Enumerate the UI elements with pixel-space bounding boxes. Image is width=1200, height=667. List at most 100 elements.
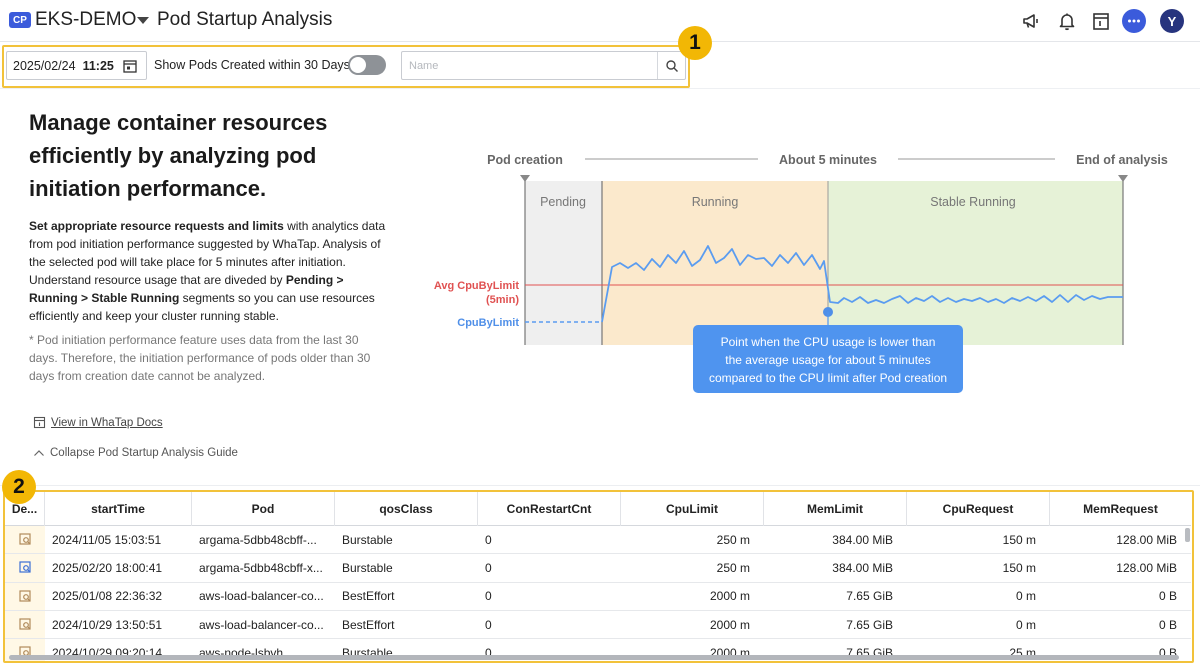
toggle-label: Show Pods Created within 30 Days: [154, 58, 350, 72]
tooltip-line-1: Point when the CPU usage is lower than: [721, 335, 936, 349]
collapse-guide-text[interactable]: Collapse Pod Startup Analysis Guide: [50, 447, 238, 459]
col-cpulimit[interactable]: CpuLimit: [621, 492, 764, 526]
bell-icon[interactable]: [1055, 9, 1079, 33]
cell-restart: 0: [485, 532, 492, 547]
table-body: 2024/11/05 15:03:51 argama-5dbb48cbff-...…: [5, 526, 1191, 661]
col-memrequest[interactable]: MemRequest: [1050, 492, 1191, 526]
table-row[interactable]: 2025/01/08 22:36:32 aws-load-balancer-co.…: [5, 582, 1191, 611]
cell-qos: BestEffort: [342, 589, 395, 604]
search-input[interactable]: [402, 52, 658, 79]
row-detail-icon[interactable]: [5, 554, 45, 582]
pod-startup-diagram: Pod creation About 5 minutes End of anal…: [434, 153, 1168, 393]
pods-table: De... startTime Pod qosClass ConRestartC…: [3, 490, 1194, 663]
cell-cpurequest: 0 m: [1015, 589, 1036, 604]
cell-pod: argama-5dbb48cbff-x...: [199, 560, 323, 575]
project-selector[interactable]: EKS-DEMO: [35, 9, 136, 31]
document-icon[interactable]: [1089, 9, 1113, 33]
table-row[interactable]: 2025/02/20 18:00:41 argama-5dbb48cbff-x..…: [5, 554, 1191, 583]
cell-pod: aws-load-balancer-co...: [199, 617, 324, 632]
col-cpurequest[interactable]: CpuRequest: [907, 492, 1050, 526]
project-badge: CP: [9, 12, 31, 28]
table-row[interactable]: 2024/11/05 15:03:51 argama-5dbb48cbff-...…: [5, 526, 1191, 555]
chevron-down-icon[interactable]: [137, 17, 149, 24]
docs-link[interactable]: View in WhaTap Docs: [33, 416, 163, 429]
toggle-knob: [350, 57, 366, 73]
search-icon: [665, 59, 678, 72]
cell-cpurequest: 150 m: [1002, 532, 1036, 547]
phase-stable-label: Stable Running: [930, 195, 1016, 209]
guide-paragraph: Set appropriate resource requests and li…: [29, 217, 389, 325]
section-divider: [0, 485, 1200, 486]
row-detail-icon[interactable]: [5, 582, 45, 610]
cell-cpulimit: 250 m: [716, 560, 750, 575]
cell-restart: 0: [485, 560, 492, 575]
cell-starttime: 2025/01/08 22:36:32: [52, 589, 163, 604]
cell-qos: Burstable: [342, 532, 393, 547]
callout-badge-1: 1: [678, 26, 712, 60]
horizontal-scrollbar[interactable]: [9, 655, 1179, 660]
guide-bold-1: Set appropriate resource requests and li…: [29, 219, 284, 233]
cell-memrequest: 128.00 MiB: [1116, 560, 1177, 575]
guide-heading: Manage container resources efficiently b…: [29, 110, 328, 201]
cell-cpulimit: 2000 m: [709, 589, 750, 604]
col-conrestartcnt[interactable]: ConRestartCnt: [478, 492, 621, 526]
cell-cpurequest: 150 m: [1002, 560, 1036, 575]
start-marker-icon: [520, 175, 530, 182]
table-header: De... startTime Pod qosClass ConRestartC…: [5, 492, 1191, 526]
cell-memlimit: 7.65 GiB: [846, 617, 893, 632]
top-header: CP EKS-DEMO Pod Startup Analysis Y: [0, 0, 1200, 42]
cell-restart: 0: [485, 617, 492, 632]
phase-pending-label: Pending: [540, 195, 586, 209]
label-end-of-analysis: End of analysis: [1076, 153, 1168, 167]
cell-qos: Burstable: [342, 560, 393, 575]
col-memlimit[interactable]: MemLimit: [764, 492, 907, 526]
col-pod[interactable]: Pod: [192, 492, 335, 526]
cell-memrequest: 0 B: [1158, 617, 1177, 632]
col-qosclass[interactable]: qosClass: [335, 492, 478, 526]
col-starttime[interactable]: startTime: [45, 492, 192, 526]
cell-cpulimit: 250 m: [716, 532, 750, 547]
date-value: 2025/02/24: [13, 58, 76, 73]
page-title: Pod Startup Analysis: [157, 9, 333, 30]
end-marker-icon: [1118, 175, 1128, 182]
cell-cpurequest: 0 m: [1015, 617, 1036, 632]
cell-pod: argama-5dbb48cbff-...: [199, 532, 317, 547]
docs-link-text[interactable]: View in WhaTap Docs: [51, 417, 163, 429]
row-detail-icon[interactable]: [5, 526, 45, 554]
cell-starttime: 2025/02/20 18:00:41: [52, 560, 163, 575]
avg-label-2: (5min): [486, 294, 519, 306]
document-icon: [33, 416, 46, 429]
calendar-icon[interactable]: [123, 59, 137, 76]
guide-note: * Pod initiation performance feature use…: [29, 333, 371, 383]
avatar[interactable]: Y: [1160, 9, 1184, 33]
toolbar-divider: [0, 88, 1200, 89]
cell-memlimit: 384.00 MiB: [832, 560, 893, 575]
cell-memlimit: 7.65 GiB: [846, 589, 893, 604]
chat-icon[interactable]: [1122, 9, 1146, 33]
megaphone-icon[interactable]: [1019, 9, 1043, 33]
tooltip-line-3: compared to the CPU limit after Pod crea…: [709, 371, 947, 385]
search-box: [401, 51, 686, 80]
vertical-scrollbar[interactable]: [1185, 528, 1190, 542]
cell-cpulimit: 2000 m: [709, 617, 750, 632]
cell-memlimit: 384.00 MiB: [832, 532, 893, 547]
cpu-label: CpuByLimit: [457, 317, 519, 329]
phase-running-label: Running: [692, 195, 739, 209]
label-about-5-minutes: About 5 minutes: [779, 153, 877, 167]
cell-starttime: 2024/11/05 15:03:51: [52, 532, 162, 547]
cell-restart: 0: [485, 589, 492, 604]
time-value: 11:25: [82, 58, 114, 73]
cell-starttime: 2024/10/29 13:50:51: [52, 617, 163, 632]
label-pod-creation: Pod creation: [487, 153, 563, 167]
avg-label-1: Avg CpuByLimit: [434, 280, 519, 292]
search-button[interactable]: [657, 52, 685, 79]
collapse-guide-link[interactable]: Collapse Pod Startup Analysis Guide: [33, 447, 238, 459]
row-detail-icon[interactable]: [5, 610, 45, 639]
table-row[interactable]: 2024/10/29 13:50:51 aws-load-balancer-co.…: [5, 610, 1191, 640]
cell-qos: BestEffort: [342, 617, 395, 632]
chevron-up-icon: [34, 450, 44, 456]
cell-memrequest: 128.00 MiB: [1116, 532, 1177, 547]
date-time-picker[interactable]: 2025/02/24 11:25: [6, 51, 147, 80]
cell-pod: aws-load-balancer-co...: [199, 589, 324, 604]
recent-pods-toggle[interactable]: [348, 55, 386, 75]
